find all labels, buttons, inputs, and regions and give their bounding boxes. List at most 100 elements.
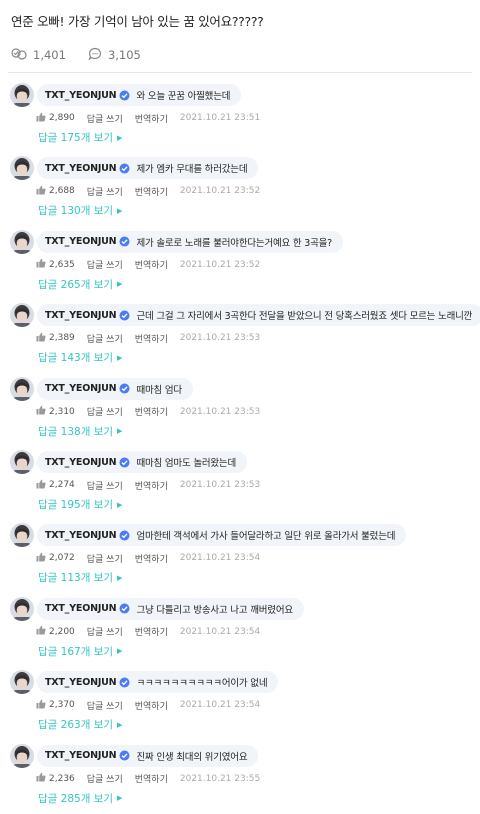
reply-button[interactable]: 답글 쓰기 — [87, 625, 123, 638]
view-replies-link[interactable]: 답글 143개 보기 ▶ — [38, 350, 122, 365]
view-replies-link[interactable]: 답글 113개 보기 ▶ — [38, 570, 122, 585]
translate-button[interactable]: 번역하기 — [135, 185, 168, 198]
post-stats: 1,401 3,105 — [11, 45, 163, 65]
comment-author[interactable]: TXT_YEONJUN — [45, 383, 117, 394]
caret-right-icon: ▶ — [117, 794, 123, 803]
reply-button[interactable]: 답글 쓰기 — [87, 258, 123, 271]
caret-right-icon: ▶ — [117, 206, 123, 215]
comment-bubble: TXT_YEONJUN 때마침 엄다 — [37, 377, 193, 400]
avatar[interactable] — [10, 743, 34, 768]
comment-bubble: TXT_YEONJUN 근데 그걸 그 자리에서 3곡한다 전달을 받았으니 전… — [37, 304, 480, 327]
translate-button[interactable]: 번역하기 — [135, 405, 168, 418]
reply-button[interactable]: 답글 쓰기 — [87, 772, 123, 785]
view-replies-label: 답글 285개 보기 — [38, 792, 114, 805]
view-replies-link[interactable]: 답글 167개 보기 ▶ — [38, 644, 122, 659]
view-replies-link[interactable]: 답글 175개 보기 ▶ — [38, 130, 122, 145]
comment-meta: 2,635 답글 쓰기 번역하기 2021.10.21 23:52 — [36, 258, 260, 272]
comment-like-button[interactable]: 2,236 — [36, 772, 75, 785]
comment-timestamp: 2021.10.21 23:53 — [179, 333, 261, 344]
comment-item: TXT_YEONJUN ㅋㅋㅋㅋㅋㅋㅋㅋㅋㅋ어이가 없네 2,370 답글 쓰기… — [8, 669, 478, 739]
comment-meta: 2,072 답글 쓰기 번역하기 2021.10.21 23:54 — [36, 551, 260, 565]
translate-button[interactable]: 번역하기 — [135, 258, 168, 271]
view-replies-label: 답글 167개 보기 — [38, 645, 114, 658]
comment-author[interactable]: TXT_YEONJUN — [45, 90, 117, 101]
comment-item: TXT_YEONJUN 제가 솔로로 노래를 불러야한다는거예요 한 3곡을? … — [8, 229, 478, 299]
verified-badge-icon — [119, 457, 130, 468]
view-replies-link[interactable]: 답글 195개 보기 ▶ — [38, 497, 122, 512]
comment-like-button[interactable]: 2,072 — [36, 552, 75, 565]
avatar[interactable] — [10, 156, 34, 181]
comment-text: 그냥 다틀리고 방송사고 나고 깨버렸어요 — [136, 604, 293, 616]
comment-like-button[interactable]: 2,389 — [36, 332, 75, 345]
caret-right-icon: ▶ — [117, 573, 123, 582]
thumbs-up-icon — [36, 185, 49, 198]
comment-like-button[interactable]: 2,274 — [36, 479, 75, 492]
comment-like-button[interactable]: 2,635 — [36, 258, 75, 271]
view-replies-label: 답글 143개 보기 — [38, 352, 114, 365]
thumbs-up-icon — [36, 112, 49, 125]
avatar[interactable] — [10, 450, 34, 474]
comment-author[interactable]: TXT_YEONJUN — [45, 457, 117, 468]
reply-button[interactable]: 답글 쓰기 — [87, 552, 123, 565]
comment-meta: 2,274 답글 쓰기 번역하기 2021.10.21 23:53 — [36, 478, 260, 492]
comment-author[interactable]: TXT_YEONJUN — [45, 530, 117, 541]
avatar[interactable] — [10, 83, 34, 107]
avatar[interactable] — [10, 376, 34, 401]
comment-author[interactable]: TXT_YEONJUN — [45, 236, 117, 247]
verified-badge-icon — [119, 603, 130, 614]
comment-author[interactable]: TXT_YEONJUN — [45, 310, 117, 321]
translate-button[interactable]: 번역하기 — [135, 625, 168, 638]
reply-button[interactable]: 답글 쓰기 — [87, 699, 123, 712]
view-replies-link[interactable]: 답글 285개 보기 ▶ — [38, 791, 122, 806]
reply-button[interactable]: 답글 쓰기 — [87, 112, 123, 125]
comment-like-count: 2,389 — [49, 333, 75, 344]
avatar[interactable] — [10, 523, 34, 548]
translate-button[interactable]: 번역하기 — [135, 772, 168, 785]
view-replies-link[interactable]: 답글 130개 보기 ▶ — [38, 203, 122, 218]
thumbs-up-icon — [36, 258, 49, 271]
comment-timestamp: 2021.10.21 23:51 — [179, 113, 261, 123]
view-replies-link[interactable]: 답글 138개 보기 ▶ — [38, 424, 122, 439]
comment-item: TXT_YEONJUN 진짜 인생 최대의 위기였어요 2,236 답글 쓰기 … — [8, 743, 478, 813]
comment-author[interactable]: TXT_YEONJUN — [45, 677, 117, 688]
comment-like-count: 2,072 — [49, 553, 75, 564]
view-replies-link[interactable]: 답글 265개 보기 ▶ — [38, 277, 122, 292]
reply-button[interactable]: 답글 쓰기 — [87, 185, 123, 198]
avatar[interactable] — [10, 303, 34, 328]
like-stat[interactable]: 1,401 — [11, 47, 66, 64]
translate-button[interactable]: 번역하기 — [135, 332, 168, 345]
comment-like-count: 2,370 — [49, 700, 75, 711]
comment-text: 제가 엠카 무대를 하러갔는데 — [136, 164, 248, 176]
comment-bubble: TXT_YEONJUN 와 오늘 꾼꿈 아찔했는데 — [37, 84, 242, 106]
thumbs-up-icon — [36, 405, 49, 418]
comment-like-button[interactable]: 2,688 — [36, 185, 75, 198]
avatar[interactable] — [10, 596, 34, 621]
comment-item: TXT_YEONJUN 그냥 다틀리고 방송사고 나고 깨버렸어요 2,200 — [8, 596, 478, 666]
translate-button[interactable]: 번역하기 — [135, 112, 168, 125]
comment-author[interactable]: TXT_YEONJUN — [45, 603, 117, 614]
translate-button[interactable]: 번역하기 — [135, 699, 168, 712]
reply-button[interactable]: 답글 쓰기 — [87, 332, 123, 345]
comment-like-button[interactable]: 2,890 — [36, 112, 75, 125]
verified-badge-icon — [119, 163, 130, 174]
view-replies-label: 답글 138개 보기 — [38, 425, 114, 438]
comment-like-button[interactable]: 2,200 — [36, 625, 75, 638]
comment-meta: 2,310 답글 쓰기 번역하기 2021.10.21 23:53 — [36, 405, 260, 419]
verified-badge-icon — [119, 90, 130, 101]
comment-like-button[interactable]: 2,370 — [36, 699, 75, 712]
comment-author[interactable]: TXT_YEONJUN — [45, 750, 117, 761]
view-replies-link[interactable]: 답글 263개 보기 ▶ — [38, 717, 122, 732]
comment-item: TXT_YEONJUN 때마침 엄마도 놀러왔는데 2,274 답글 쓰기 번역… — [8, 449, 478, 519]
divider — [8, 72, 472, 73]
reply-button[interactable]: 답글 쓰기 — [87, 479, 123, 492]
comment-bubble: TXT_YEONJUN 때마침 엄마도 놀러왔는데 — [37, 451, 248, 473]
comment-bubble: TXT_YEONJUN 그냥 다틀리고 방송사고 나고 깨버렸어요 — [37, 597, 304, 620]
comment-stat[interactable]: 3,105 — [88, 47, 141, 64]
translate-button[interactable]: 번역하기 — [135, 552, 168, 565]
reply-button[interactable]: 답글 쓰기 — [87, 405, 123, 418]
avatar[interactable] — [10, 670, 34, 695]
avatar[interactable] — [10, 229, 34, 254]
comment-like-button[interactable]: 2,310 — [36, 405, 75, 418]
comment-author[interactable]: TXT_YEONJUN — [45, 163, 117, 174]
translate-button[interactable]: 번역하기 — [135, 479, 168, 492]
